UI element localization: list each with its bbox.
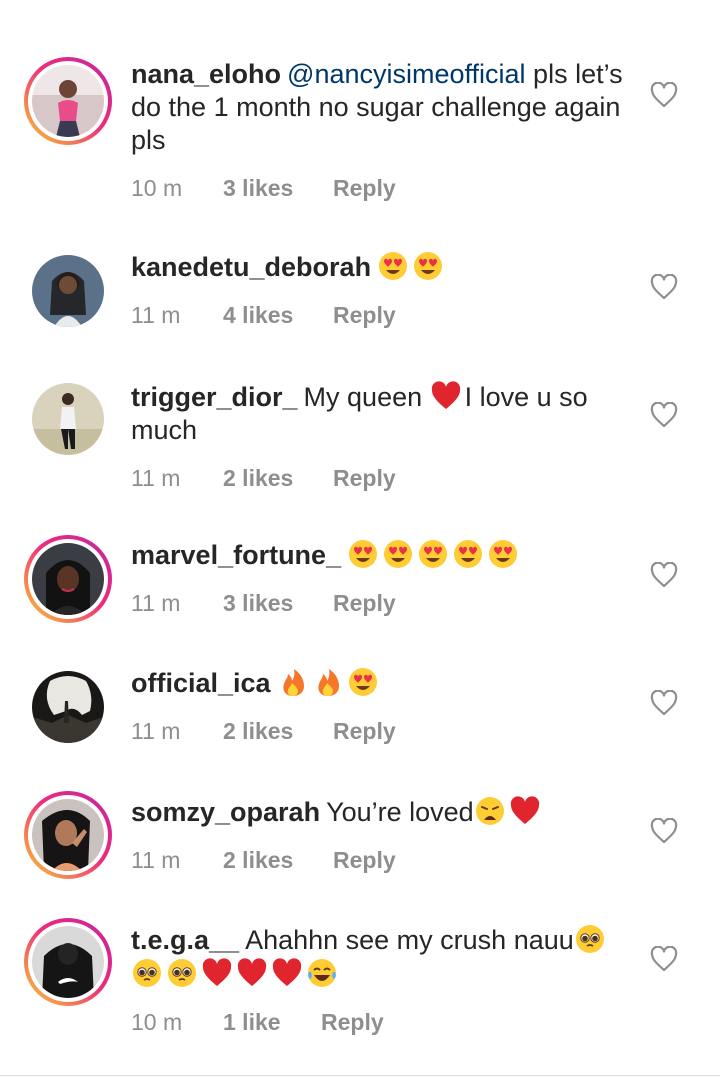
heart-eyes-emoji-icon [379, 252, 408, 280]
reply-button[interactable]: Reply [333, 175, 396, 202]
comment-likes[interactable]: 3 likes [223, 175, 333, 202]
heart-outline-icon[interactable] [650, 82, 678, 108]
heart-outline-icon[interactable] [650, 946, 678, 972]
comment-likes[interactable]: 4 likes [223, 302, 333, 329]
heart-outline-icon[interactable] [650, 690, 678, 716]
heart-eyes-emoji-icon [349, 540, 378, 568]
comment-likes[interactable]: 3 likes [223, 590, 333, 617]
avatar [32, 65, 104, 137]
avatar-story-ring[interactable] [24, 918, 112, 1006]
reply-button[interactable]: Reply [333, 590, 396, 617]
comment-time: 10 m [131, 1009, 183, 1035]
comment-likes[interactable]: 2 likes [223, 465, 333, 492]
comment-likes[interactable]: 2 likes [223, 847, 333, 874]
pleading-face-emoji-icon [575, 925, 604, 953]
comment-message: You’re loved [326, 797, 474, 827]
comment-username[interactable]: t.e.g.a__ [131, 925, 239, 955]
comment-username[interactable]: somzy_oparah [131, 797, 320, 827]
heart-eyes-emoji-icon [454, 540, 483, 568]
comment-username[interactable]: nana_eloho [131, 59, 281, 89]
pleading-face-emoji-icon [168, 959, 196, 987]
emoji-group [430, 381, 465, 412]
avatar [32, 671, 104, 743]
comment-meta: 10 m 3 likes Reply [131, 175, 631, 202]
comment-likes[interactable]: 1 like [223, 1009, 321, 1036]
comment-list: nana_eloho @nancyisimeofficial pls let’s … [0, 0, 720, 1089]
heart-outline-icon[interactable] [650, 402, 678, 428]
comment-meta: 11 m 2 likes Reply [131, 465, 631, 492]
comment-meta: 11 m 3 likes Reply [131, 590, 631, 617]
avatar [32, 926, 104, 998]
avatar [32, 799, 104, 871]
comment-time: 11 m [131, 590, 181, 616]
divider [0, 1075, 720, 1076]
comment-text: trigger_dior_ My queen I love u so much [131, 380, 631, 447]
emoji-group [377, 252, 447, 282]
reply-button[interactable]: Reply [333, 302, 396, 329]
reply-button[interactable]: Reply [333, 847, 396, 874]
comment-time: 10 m [131, 175, 183, 201]
avatar [32, 255, 104, 327]
comment-text: marvel_fortune_ [131, 538, 631, 572]
comment-text: nana_eloho @nancyisimeofficial pls let’s … [131, 58, 631, 157]
comment-text: kanedetu_deborah [131, 250, 631, 284]
fire-emoji-icon [317, 669, 339, 696]
comment-text: official_ica [131, 666, 631, 700]
red-heart-emoji-icon [272, 958, 302, 986]
comment-time: 11 m [131, 302, 181, 328]
comment-meta: 11 m 2 likes Reply [131, 847, 631, 874]
avatar-story-ring[interactable] [24, 57, 112, 145]
comment-username[interactable]: marvel_fortune_ [131, 540, 341, 570]
comment-username[interactable]: kanedetu_deborah [131, 252, 371, 282]
red-heart-emoji-icon [431, 381, 460, 409]
comment-mention[interactable]: @nancyisimeofficial [287, 59, 526, 89]
red-heart-emoji-icon [202, 958, 232, 986]
fire-emoji-icon [282, 669, 304, 696]
red-heart-emoji-icon [510, 796, 539, 824]
comment-meta: 10 m 1 like Reply [131, 1009, 631, 1036]
heart-outline-icon[interactable] [650, 562, 678, 588]
weary-face-emoji-icon [475, 797, 504, 825]
comment-message: My queen [303, 382, 430, 412]
comment-meta: 11 m 4 likes Reply [131, 302, 631, 329]
emoji-group [474, 796, 544, 827]
heart-eyes-emoji-icon [384, 540, 413, 568]
red-heart-emoji-icon [237, 958, 267, 986]
comment-time: 11 m [131, 465, 181, 491]
avatar [32, 543, 104, 615]
reply-button[interactable]: Reply [321, 1009, 384, 1036]
heart-eyes-emoji-icon [419, 540, 448, 568]
heart-outline-icon[interactable] [650, 818, 678, 844]
heart-outline-icon[interactable] [650, 274, 678, 300]
comment-likes[interactable]: 2 likes [223, 718, 333, 745]
heart-eyes-emoji-icon [348, 668, 377, 696]
tears-of-joy-emoji-icon [308, 959, 336, 987]
comment-meta: 11 m 2 likes Reply [131, 718, 631, 745]
reply-button[interactable]: Reply [333, 718, 396, 745]
avatar-story-ring[interactable] [24, 791, 112, 879]
comment-text: somzy_oparah You’re loved [131, 795, 631, 829]
avatar-container[interactable] [24, 663, 112, 751]
avatar-container[interactable] [24, 375, 112, 463]
emoji-group [347, 540, 522, 570]
comment-time: 11 m [131, 718, 181, 744]
avatar-story-ring[interactable] [24, 535, 112, 623]
comment-username[interactable]: official_ica [131, 668, 271, 698]
comment-time: 11 m [131, 847, 181, 873]
heart-eyes-emoji-icon [414, 252, 443, 280]
pleading-face-emoji-icon [133, 959, 161, 987]
emoji-group [277, 668, 382, 698]
avatar [32, 383, 104, 455]
comment-message: Ahahhn see my crush nauu [245, 925, 574, 955]
reply-button[interactable]: Reply [333, 465, 396, 492]
avatar-container[interactable] [24, 247, 112, 335]
comment-username[interactable]: trigger_dior_ [131, 382, 298, 412]
comment-text: t.e.g.a__ Ahahhn see my crush nauu [131, 923, 631, 991]
heart-eyes-emoji-icon [489, 540, 518, 568]
